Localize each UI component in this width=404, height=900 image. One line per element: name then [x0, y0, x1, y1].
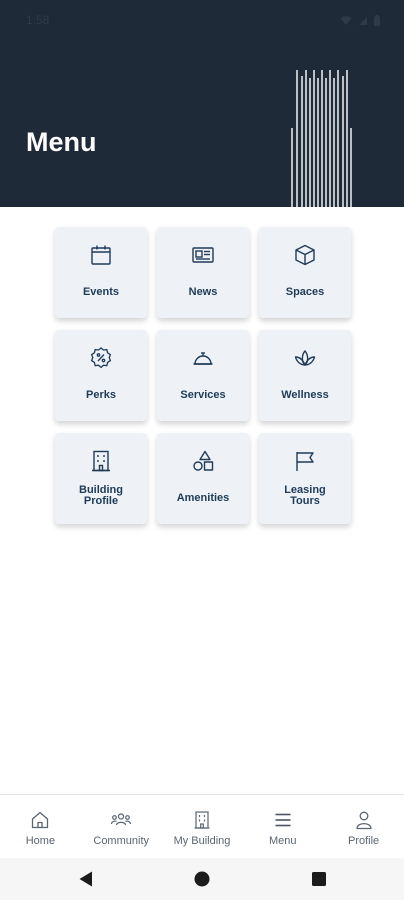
building-icon [92, 450, 110, 472]
newspaper-icon [192, 247, 214, 263]
nav-label: Profile [347, 835, 380, 847]
nav-item-home[interactable]: Home [0, 795, 81, 858]
menu-tile-amenities[interactable]: Amenities [157, 433, 249, 524]
system-nav-bar [0, 858, 404, 900]
lotus-icon [294, 350, 316, 366]
battery-icon [374, 13, 380, 31]
cube-icon [295, 244, 315, 266]
nav-item-my-building[interactable]: My Building [162, 795, 243, 858]
menu-tile-label: Amenities [176, 492, 230, 504]
status-time: 1:58 [26, 13, 50, 27]
menu-grid: Events News Spaces Perks Services Wellne… [55, 227, 351, 524]
page-title: Menu [26, 127, 97, 157]
back-icon[interactable] [78, 870, 94, 893]
wifi-icon [340, 13, 352, 31]
nav-label: Community [93, 835, 149, 847]
menu-tile-events[interactable]: Events [55, 227, 147, 318]
menu-tile-label: Perks [86, 389, 116, 401]
building-icon [194, 811, 210, 829]
menu-tile-label: Events [82, 286, 120, 298]
menu-tile-services[interactable]: Services [157, 330, 249, 421]
flag-icon [296, 452, 314, 471]
menu-tile-perks[interactable]: Perks [55, 330, 147, 421]
calendar-icon [91, 245, 111, 265]
signal-icon [358, 13, 368, 31]
menu-tile-spaces[interactable]: Spaces [259, 227, 351, 318]
service-bell-icon [193, 352, 213, 365]
header: 1:58 Menu [0, 0, 404, 207]
menu-tile-label: Building Profile [79, 484, 123, 507]
nav-label: Menu [269, 835, 297, 847]
person-icon [355, 811, 372, 830]
menu-tile-label: Leasing Tours [284, 484, 326, 507]
menu-tile-building-profile[interactable]: Building Profile [55, 433, 147, 524]
recents-square-icon[interactable] [312, 872, 326, 891]
menu-tile-leasing-tours[interactable]: Leasing Tours [259, 433, 351, 524]
nav-label: Home [25, 835, 56, 847]
nav-label: My Building [173, 835, 231, 847]
hamburger-icon [275, 813, 291, 827]
community-icon [111, 813, 132, 826]
home-circle-icon[interactable] [194, 871, 210, 892]
menu-tile-label: Spaces [285, 286, 325, 298]
menu-tile-label: Services [180, 389, 226, 401]
discount-badge-icon [90, 347, 112, 369]
menu-tile-label: News [188, 286, 218, 298]
bottom-nav: Home Community My Building Menu Profile [0, 794, 404, 858]
building-lines-art [291, 70, 352, 207]
shapes-icon [193, 450, 214, 471]
menu-tile-wellness[interactable]: Wellness [259, 330, 351, 421]
menu-tile-label: Wellness [281, 389, 329, 401]
status-bar: 1:58 [0, 0, 404, 38]
status-icons [340, 13, 380, 31]
home-icon [32, 811, 49, 829]
nav-item-menu[interactable]: Menu [242, 795, 323, 858]
nav-item-profile[interactable]: Profile [323, 795, 404, 858]
nav-item-community[interactable]: Community [81, 795, 162, 858]
menu-tile-news[interactable]: News [157, 227, 249, 318]
